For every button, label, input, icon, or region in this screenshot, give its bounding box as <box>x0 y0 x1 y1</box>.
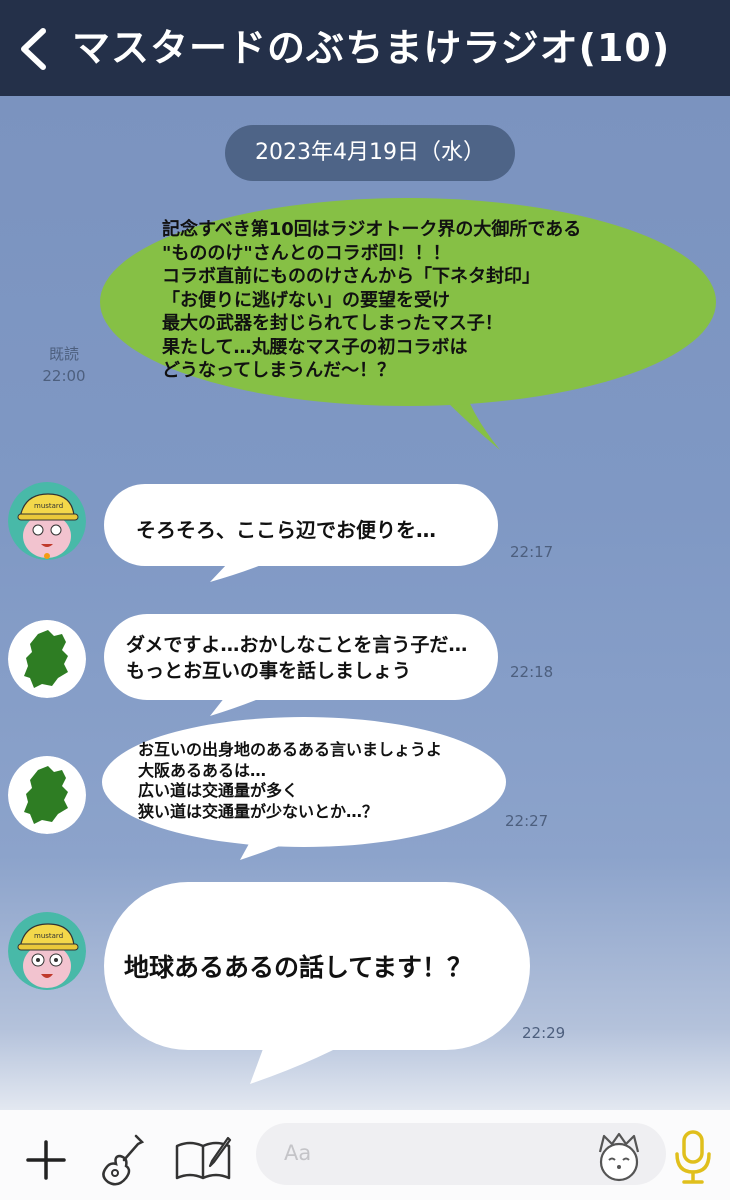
message-line: そろそろ、ここら辺でお便りを… <box>136 518 436 542</box>
message-line: もっとお互いの事を話しましょう <box>126 660 412 682</box>
message-text: そろそろ、ここら辺でお便りを… <box>136 514 436 543</box>
message-line: お互いの出身地のあるある言いましょうよ <box>138 740 443 759</box>
plus-icon[interactable] <box>24 1138 68 1182</box>
message-line: 果たして…丸腰なマス子の初コラボは <box>162 336 468 358</box>
message-line: 地球あるあるの話してます！？ <box>124 953 473 982</box>
message-line: コラボ直前にもののけさんから「下ネタ封印」 <box>162 266 540 287</box>
pink-mouse-avatar[interactable]: mustard <box>8 912 86 990</box>
message-line: どうなってしまうんだ～！？ <box>162 360 396 381</box>
pink-mouse-avatar[interactable]: mustard <box>8 482 86 560</box>
message-line: 最大の武器を封じられてしまったマス子！ <box>162 313 503 334</box>
osaka-map-avatar[interactable] <box>8 620 86 698</box>
message-bubbles <box>100 198 716 1084</box>
message-input-bar: Aa <box>0 1110 730 1200</box>
message-line: 広い道は交通量が多く <box>138 781 299 800</box>
microphone-icon[interactable] <box>670 1128 716 1188</box>
message-line: 記念すべき第10回はラジオトーク界の大御所である <box>162 219 582 240</box>
message-time: 22:29 <box>522 1024 566 1042</box>
message-line: "もののけ"さんとのコラボ回！！！ <box>162 242 451 264</box>
guitar-icon[interactable] <box>98 1132 146 1188</box>
message-time: 22:17 <box>510 543 554 561</box>
notebook-pen-icon[interactable] <box>174 1136 236 1182</box>
message-line: 狭い道は交通量が少ないとか…？ <box>138 801 379 821</box>
message-time: 22:18 <box>510 663 554 681</box>
message-line: 大阪あるあるは… <box>138 760 267 780</box>
osaka-map-avatar[interactable] <box>8 756 86 834</box>
message-text: ダメですよ…おかしなことを言う子だ… もっとお互いの事を話しましょう <box>126 632 467 684</box>
read-receipt: 既読 22:00 <box>40 343 88 387</box>
message-text: 地球あるあるの話してます！？ <box>124 948 472 984</box>
message-text: お互いの出身地のあるある言いましょうよ 大阪あるあるは… 広い道は交通量が多く … <box>138 740 442 822</box>
message-line: 「お便りに逃げない」の要望を受け <box>162 289 450 311</box>
message-text: 記念すべき第10回はラジオトーク界の大御所である "もののけ"さんとのコラボ回！… <box>162 218 581 383</box>
message-time: 22:00 <box>42 367 86 385</box>
read-label: 既読 <box>48 345 79 363</box>
cap-label: mustard <box>34 932 63 940</box>
mascot-sticker-icon[interactable] <box>592 1130 646 1184</box>
message-line: ダメですよ…おかしなことを言う子だ… <box>126 634 468 656</box>
message-input-placeholder: Aa <box>284 1141 312 1165</box>
message-time: 22:27 <box>505 812 549 830</box>
cap-label: mustard <box>34 502 63 510</box>
